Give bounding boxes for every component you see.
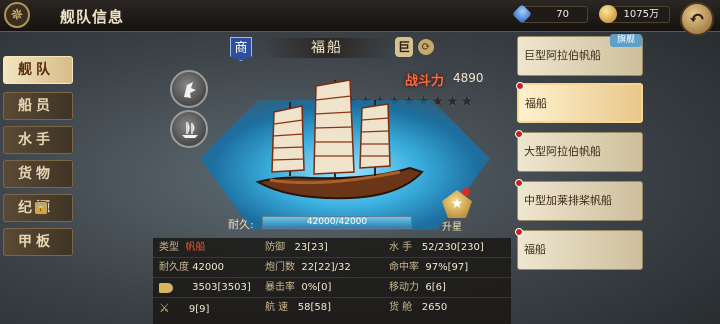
fleet-card-name: 巨型阿拉伯帆船 xyxy=(524,49,601,62)
sail-ship-icon xyxy=(182,122,198,138)
durability-text: 42000/42000 xyxy=(306,217,368,227)
notification-dot xyxy=(515,228,523,236)
ship-size-badge: 巨 xyxy=(395,37,413,57)
fleet-card-name: 福船 xyxy=(524,243,546,256)
stat-sailors: 水 手 52/230[230] xyxy=(389,242,484,253)
fleet-card-name: 大型阿拉伯帆船 xyxy=(524,145,601,158)
notification-dot xyxy=(515,179,523,187)
ship-type-badge: 商 xyxy=(230,37,252,61)
figurehead-icon xyxy=(184,82,196,98)
page-title: 舰队信息 xyxy=(60,8,125,26)
gem-counter[interactable]: 70 xyxy=(512,4,588,24)
notification-dot xyxy=(516,82,524,90)
star-icon: ★ xyxy=(460,92,475,110)
gold-counter[interactable]: 1075万 xyxy=(599,5,670,23)
fleet-card-name: 福船 xyxy=(525,97,547,110)
stat-accuracy: 命中率 97%[97] xyxy=(389,262,469,273)
notification-dot xyxy=(462,188,470,196)
fleet-card[interactable]: 福船 xyxy=(516,82,643,123)
stat-cargo: 货 舱 2650 xyxy=(389,302,448,313)
lock-icon: 🔒 xyxy=(34,201,51,215)
row-divider xyxy=(153,297,511,298)
gem-icon xyxy=(512,4,532,24)
tab-fleet[interactable]: 舰队 xyxy=(3,56,73,84)
stat-melee: ⚔ 9[9] xyxy=(159,301,210,315)
top-bar: ✵ 舰队信息 70 1075万 xyxy=(0,0,720,32)
back-button[interactable]: ↶ xyxy=(680,2,714,36)
durability-label: 耐久: xyxy=(228,218,254,231)
gold-value: 1075万 xyxy=(623,9,659,20)
compass-icon: ✵ xyxy=(4,2,30,28)
notification-dot xyxy=(515,130,523,138)
stat-defense: 防御 23[23] xyxy=(265,242,328,253)
star-up-button[interactable]: ★ 升星 xyxy=(438,188,478,233)
ship-illustration xyxy=(255,79,424,200)
tab-crew[interactable]: 船员 xyxy=(3,92,73,120)
gold-coin-icon xyxy=(599,5,617,23)
swords-icon: ⚔ xyxy=(159,301,170,315)
stat-crit-rate: 暴击率 0%[0] xyxy=(265,282,332,293)
durability-bar: 42000/42000 xyxy=(262,216,412,229)
tab-deck[interactable]: 甲板 xyxy=(3,228,73,256)
swap-icon[interactable]: ⟳ xyxy=(418,39,434,55)
row-divider xyxy=(153,257,511,258)
tab-sailors[interactable]: 水手 xyxy=(3,126,73,154)
star-up-label: 升星 xyxy=(442,222,462,233)
gem-value: 70 xyxy=(556,9,569,20)
fleet-card[interactable]: 福船 xyxy=(515,228,643,270)
cannon-icon xyxy=(159,282,173,293)
power-value: 4890 xyxy=(453,71,484,85)
flagship-badge: 旗舰 xyxy=(610,34,642,47)
tab-origin[interactable]: 纪源 🔒 xyxy=(3,194,73,222)
fleet-card[interactable]: 大型阿拉伯帆船 xyxy=(515,130,643,172)
stat-firepower: 3503[3503] xyxy=(159,279,251,297)
figurehead-skill[interactable] xyxy=(170,70,208,108)
fleet-card[interactable]: 中型加莱排桨帆船 xyxy=(515,179,643,221)
fleet-card-name: 中型加莱排桨帆船 xyxy=(524,194,612,207)
ship-name: 福船 xyxy=(262,38,392,58)
sail-skill[interactable] xyxy=(170,110,208,148)
tab-cargo[interactable]: 货物 xyxy=(3,160,73,188)
row-divider xyxy=(153,277,511,278)
ship-stats-panel: 类型 帆船 防御 23[23] 水 手 52/230[230] 耐久度 4200… xyxy=(153,238,511,324)
star-icon: ★ xyxy=(445,92,461,110)
stat-gun-ports: 炮门数 22[22]/32 xyxy=(265,262,351,273)
stat-speed: 航 速 58[58] xyxy=(265,302,331,313)
stat-mobility: 移动力 6[6] xyxy=(389,282,446,293)
stat-durability: 耐久度 42000 xyxy=(159,262,224,273)
stat-type: 类型 帆船 xyxy=(159,242,206,253)
